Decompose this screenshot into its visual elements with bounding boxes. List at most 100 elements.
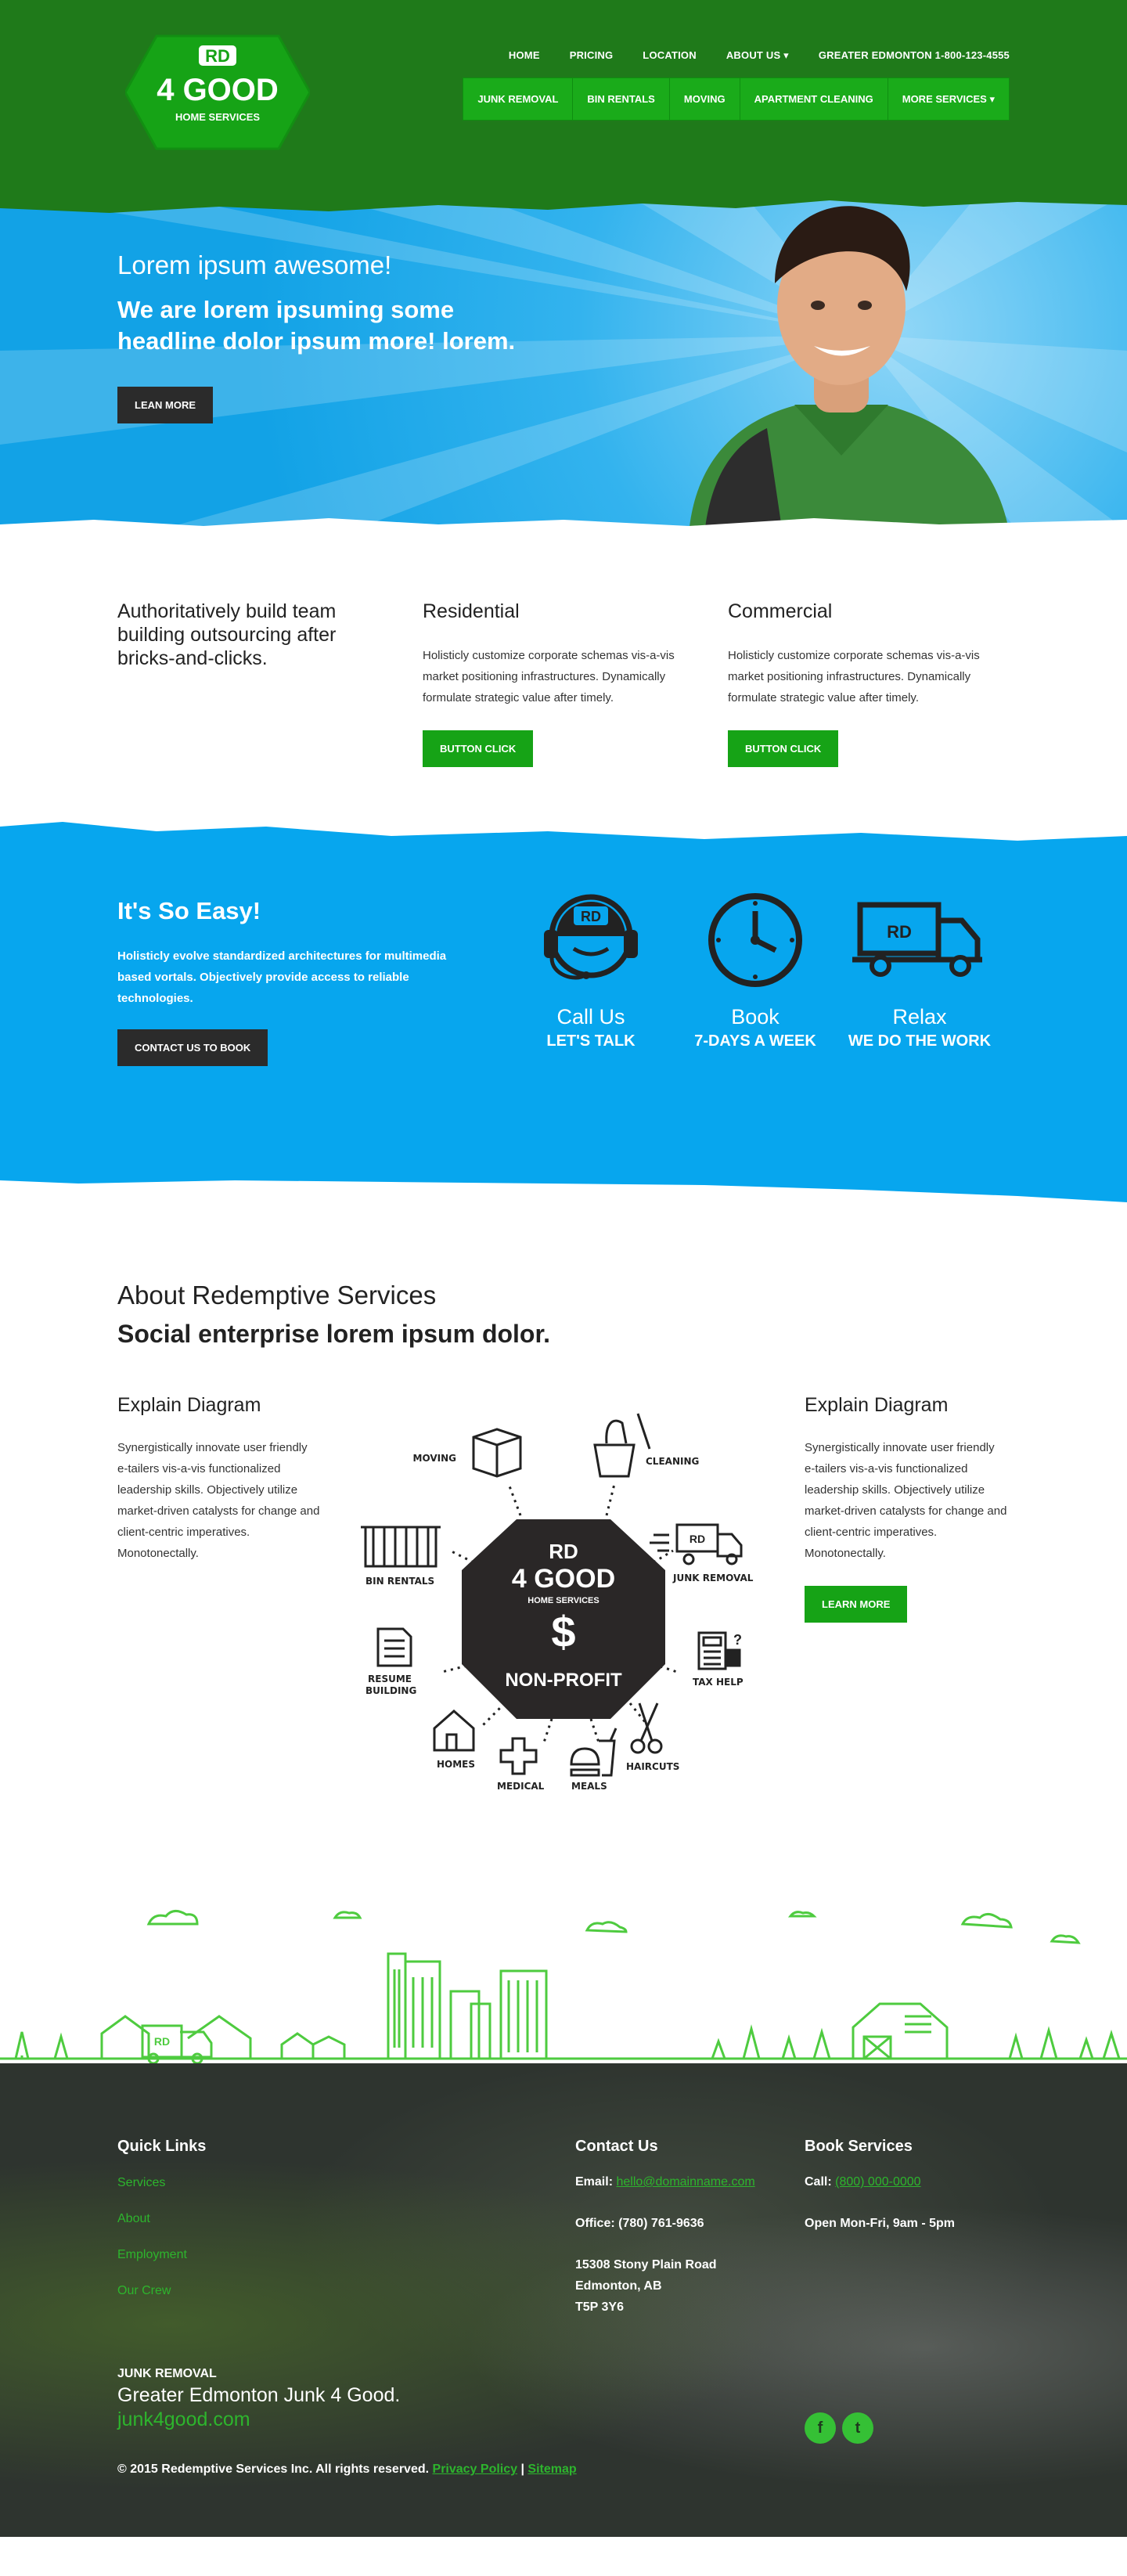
logo-mark: RD	[205, 46, 230, 66]
residential-col: Residential Holisticly customize corpora…	[423, 600, 689, 767]
address-line-2: Edmonton, AB	[575, 2279, 662, 2293]
social-links: f t	[805, 2412, 873, 2444]
quick-link-item: Our Crew	[117, 2284, 206, 2298]
house-icon	[433, 1710, 475, 1752]
diagram-center-label: NON-PROFIT	[505, 1670, 622, 1691]
intro-col-1-title: Authoritatively build team building outs…	[117, 600, 337, 669]
city-skyline-illustration: RD	[0, 1899, 1127, 2065]
label-meals: MEALS	[571, 1781, 607, 1792]
nav-home[interactable]: HOME	[509, 49, 540, 62]
residential-text: Holisticly customize corporate schemas v…	[423, 649, 675, 704]
link-employment[interactable]: Employment	[117, 2248, 187, 2261]
explain-left-title: Explain Diagram	[117, 1394, 261, 1416]
nav-about-us[interactable]: ABOUT US ▾	[726, 49, 789, 62]
hero-text-block: Lorem ipsum awesome! We are lorem ipsumi…	[117, 250, 524, 423]
call-line: Call: (800) 000-0000	[805, 2171, 955, 2192]
nav-bin-rentals[interactable]: BIN RENTALS	[573, 78, 670, 120]
link-about[interactable]: About	[117, 2212, 150, 2225]
footer-brand-line: Greater Edmonton Junk 4 Good.	[117, 2384, 401, 2406]
commercial-col: Commercial Holisticly customize corporat…	[728, 600, 994, 767]
commercial-button[interactable]: BUTTON CLICK	[728, 730, 839, 767]
quick-link-item: Employment	[117, 2248, 206, 2262]
link-services[interactable]: Services	[117, 2176, 165, 2189]
residential-title: Residential	[423, 600, 520, 622]
twitter-icon[interactable]: t	[842, 2412, 873, 2444]
nav-more-services[interactable]: MORE SERVICES ▾	[888, 78, 1009, 120]
step-call: RD Call Us LET'S TALK	[509, 881, 673, 1050]
nav-phone[interactable]: GREATER EDMONTON 1-800-123-4555	[819, 49, 1010, 62]
contact-title: Contact Us	[575, 2138, 658, 2155]
step-relax-line2: WE DO THE WORK	[848, 1032, 992, 1050]
diagram-center-symbol: $	[551, 1607, 575, 1656]
scissors-icon	[630, 1702, 663, 1754]
link-our-crew[interactable]: Our Crew	[117, 2284, 171, 2297]
quick-link-item: About	[117, 2212, 206, 2226]
quick-link-item: Services	[117, 2176, 206, 2190]
hero-bottom-edge	[0, 518, 1127, 537]
contact-column: Contact Us Email: hello@domainname.com O…	[575, 2138, 755, 2318]
brand-logo[interactable]: RD 4 GOOD HOME SERVICES	[125, 30, 310, 155]
hero-learn-more-button[interactable]: LEAN MORE	[117, 387, 213, 423]
svg-text:RD: RD	[154, 2035, 170, 2048]
step-call-line2: LET'S TALK	[546, 1032, 636, 1050]
label-resume-2: BUILDING	[365, 1685, 416, 1696]
call-link[interactable]: (800) 000-0000	[835, 2175, 920, 2189]
residential-button[interactable]: BUTTON CLICK	[423, 730, 534, 767]
medical-cross-icon	[499, 1737, 538, 1775]
quick-links-list: Services About Employment Our Crew	[117, 2176, 206, 2298]
step-book: Book 7-DAYS A WEEK	[673, 881, 837, 1050]
easy-title: It's So Easy!	[117, 897, 261, 924]
nav-junk-removal[interactable]: JUNK REMOVAL	[463, 78, 574, 120]
label-junk-removal: JUNK REMOVAL	[672, 1573, 754, 1583]
label-bin-rentals: BIN RENTALS	[365, 1576, 434, 1587]
address-line-3: T5P 3Y6	[575, 2300, 624, 2314]
facebook-icon[interactable]: f	[805, 2412, 836, 2444]
quick-links-column: Quick Links Services About Employment Ou…	[117, 2138, 206, 2320]
contact-email-line: Email: hello@domainname.com	[575, 2171, 755, 2192]
nav-pricing[interactable]: PRICING	[570, 49, 614, 62]
call-label: Call:	[805, 2175, 836, 2189]
truck-icon: RD	[852, 902, 982, 977]
commercial-title: Commercial	[728, 600, 833, 622]
contact-us-to-book-button[interactable]: CONTACT US TO BOOK	[117, 1029, 268, 1066]
nav-moving[interactable]: MOVING	[670, 78, 740, 120]
about-subtitle: Social enterprise lorem ipsum dolor.	[117, 1320, 551, 1348]
label-haircuts: HAIRCUTS	[626, 1761, 679, 1772]
svg-text:RD: RD	[690, 1533, 705, 1545]
dumpster-icon	[361, 1526, 441, 1568]
diagram-center-name: 4 GOOD	[512, 1564, 615, 1594]
copyright-text: © 2015 Redemptive Services Inc. All righ…	[117, 2463, 430, 2476]
intro-col-1: Authoritatively build team building outs…	[117, 600, 376, 670]
footer-brand-small: JUNK REMOVAL	[117, 2367, 217, 2380]
book-services-title: Book Services	[805, 2138, 913, 2155]
step-relax-line1: Relax	[892, 1005, 947, 1029]
nav-location[interactable]: LOCATION	[643, 49, 697, 62]
about-title: About Redemptive Services	[117, 1281, 437, 1310]
site-header: RD 4 GOOD HOME SERVICES HOME PRICING LOC…	[0, 0, 1127, 194]
label-moving: MOVING	[413, 1453, 456, 1464]
sitemap-link[interactable]: Sitemap	[527, 2463, 576, 2476]
contact-office: Office: (780) 761-9636	[575, 2217, 704, 2230]
easy-text-block: It's So Easy! Holisticly evolve standard…	[117, 897, 470, 1066]
cleaning-bucket-icon	[593, 1413, 651, 1478]
easy-text: Holisticly evolve standardized architect…	[117, 949, 447, 1005]
footer-brand-url[interactable]: junk4good.com	[117, 2408, 400, 2431]
top-nav: HOME PRICING LOCATION ABOUT US ▾ GREATER…	[509, 49, 1010, 62]
learn-more-button[interactable]: LEARN MORE	[805, 1586, 908, 1623]
privacy-policy-link[interactable]: Privacy Policy	[433, 2463, 518, 2476]
nav-apartment-cleaning[interactable]: APARTMENT CLEANING	[740, 78, 888, 120]
junk-truck-icon: RD	[650, 1523, 743, 1565]
book-services-column: Book Services Call: (800) 000-0000 Open …	[805, 2138, 955, 2234]
opening-hours: Open Mon-Fri, 9am - 5pm	[805, 2217, 956, 2230]
footer-brand: JUNK REMOVAL Greater Edmonton Junk 4 Goo…	[117, 2367, 400, 2431]
quick-links-title: Quick Links	[117, 2138, 207, 2155]
easy-section: It's So Easy! Holisticly evolve standard…	[0, 850, 1127, 1179]
step-relax: RD Relax WE DO THE WORK	[837, 881, 1002, 1050]
email-link[interactable]: hello@domainname.com	[616, 2175, 754, 2189]
svg-text:?: ?	[733, 1632, 742, 1648]
step-call-line1: Call Us	[556, 1005, 625, 1029]
label-homes: HOMES	[437, 1759, 475, 1770]
email-label: Email:	[575, 2175, 617, 2189]
logo-name: 4 GOOD	[157, 73, 279, 107]
explain-left-text: Synergistically innovate user friendly e…	[117, 1441, 320, 1560]
